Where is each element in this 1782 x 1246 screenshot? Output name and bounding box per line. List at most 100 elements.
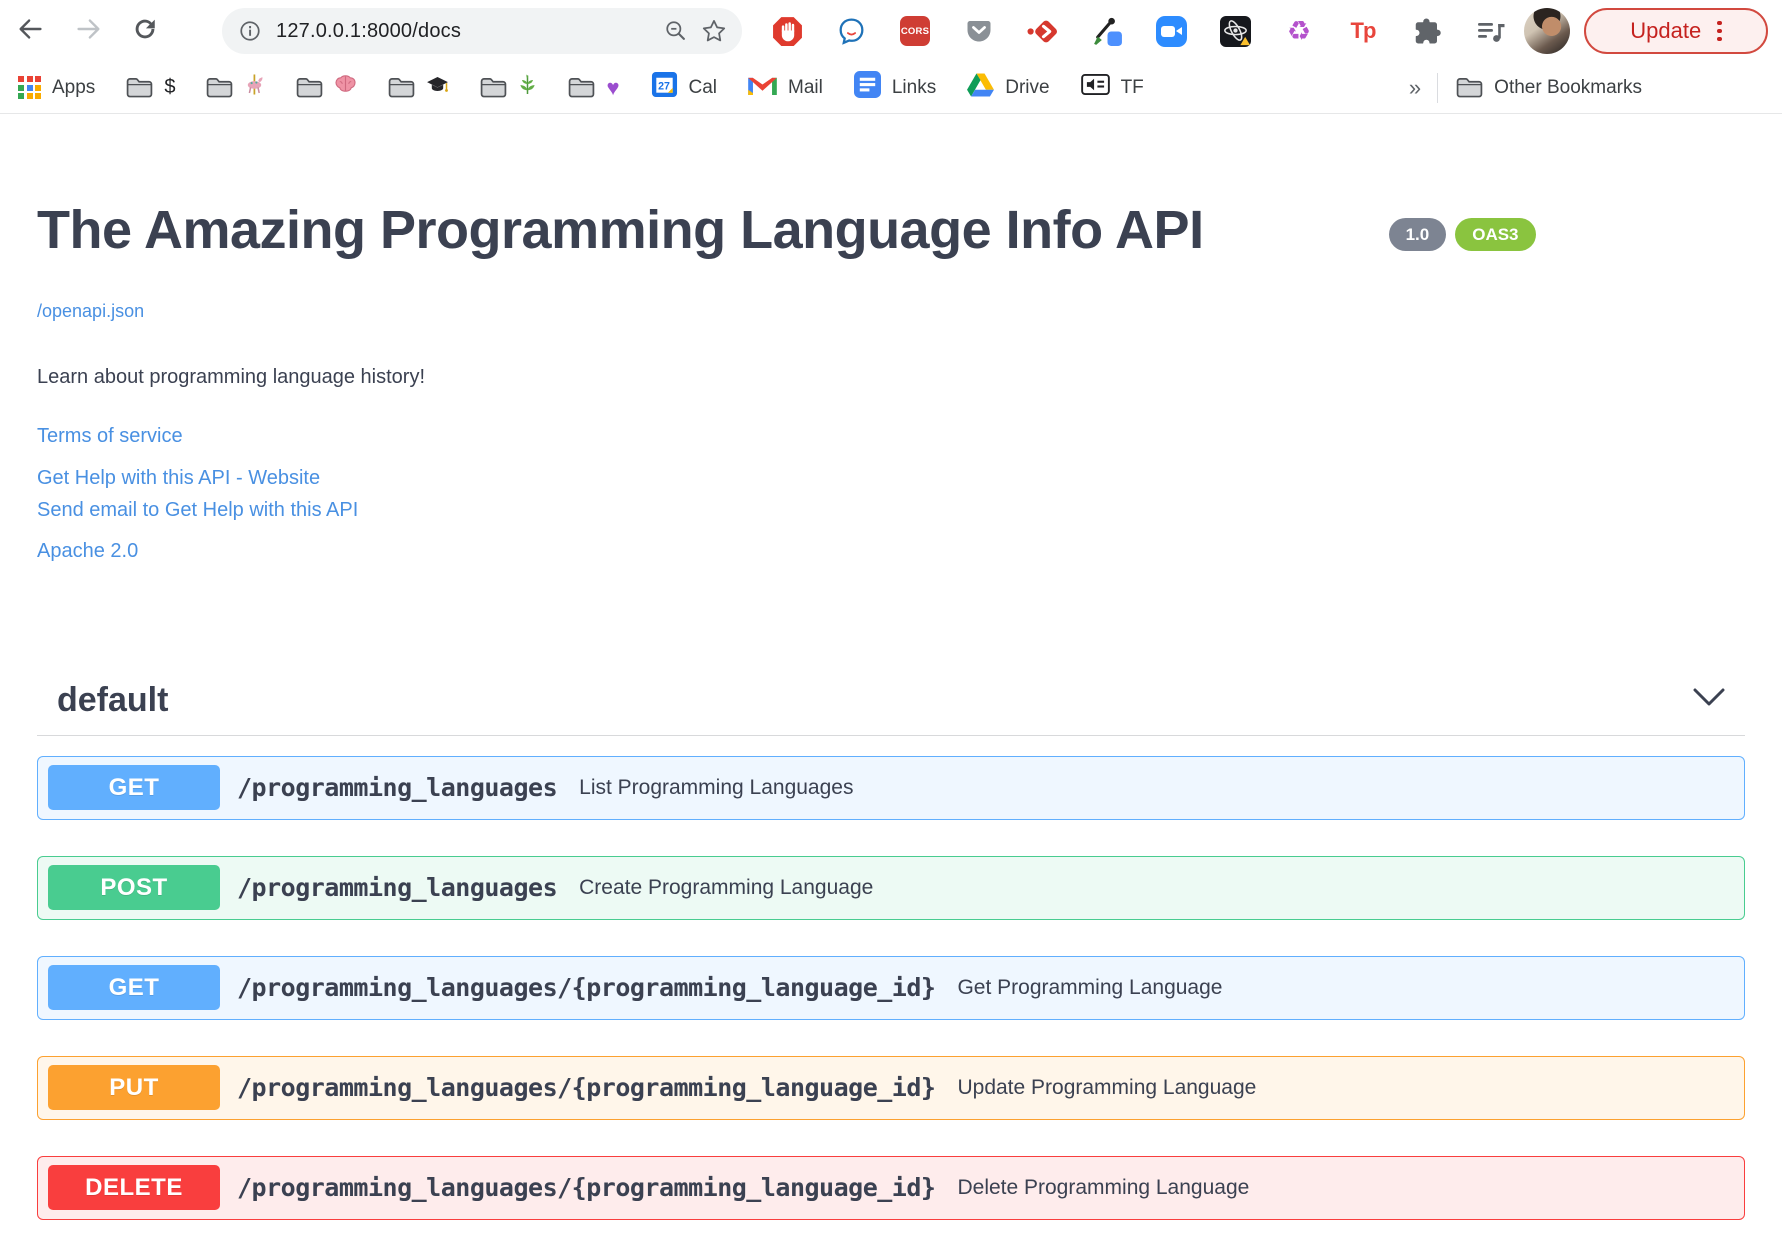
update-label: Update bbox=[1630, 18, 1702, 43]
bookmark-folder-brain[interactable] bbox=[296, 75, 357, 100]
endpoint-path: /programming_languages bbox=[237, 773, 558, 803]
bookmarks-bar: Apps $ ♥ 27 Cal Mail Links Drive TF » Ot… bbox=[0, 62, 1782, 114]
profile-avatar[interactable] bbox=[1524, 8, 1570, 54]
music-playlist-icon[interactable] bbox=[1474, 14, 1508, 48]
oas3-badge: OAS3 bbox=[1455, 218, 1536, 251]
openapi-spec-link[interactable]: /openapi.json bbox=[37, 301, 144, 322]
zoom-video-camera-icon[interactable] bbox=[1154, 14, 1188, 48]
folder-icon bbox=[481, 78, 507, 98]
page-title: The Amazing Programming Language Info AP… bbox=[37, 200, 1204, 260]
purple-heart-icon: ♥ bbox=[606, 74, 620, 100]
folder-icon bbox=[569, 78, 595, 98]
tf-card-icon bbox=[1080, 74, 1110, 101]
contact-website-link[interactable]: Get Help with this API - Website bbox=[37, 462, 1745, 494]
terms-of-service-link[interactable]: Terms of service bbox=[37, 425, 183, 448]
kebab-menu-icon[interactable] bbox=[1717, 20, 1722, 42]
folder-icon bbox=[127, 78, 153, 98]
bookmarks-overflow-chevron[interactable]: » bbox=[1409, 75, 1421, 101]
license-link[interactable]: Apache 2.0 bbox=[37, 540, 138, 563]
method-badge-put[interactable]: PUT bbox=[48, 1065, 220, 1111]
apps-label: Apps bbox=[52, 76, 96, 98]
chat-bubble-icon[interactable] bbox=[834, 14, 868, 48]
bookmark-links[interactable]: Links bbox=[853, 71, 937, 104]
bookmark-calendar[interactable]: 27 Cal bbox=[651, 71, 718, 104]
mail-label: Mail bbox=[788, 76, 823, 98]
folder-icon bbox=[1456, 78, 1483, 98]
bookmark-tf[interactable]: TF bbox=[1080, 74, 1144, 101]
url-text[interactable]: 127.0.0.1:8000/docs bbox=[276, 20, 662, 43]
pocket-icon[interactable] bbox=[962, 14, 996, 48]
endpoint-path: /programming_languages bbox=[237, 873, 558, 903]
endpoint-row-put-update[interactable]: PUT /programming_languages/{programming_… bbox=[37, 1055, 1745, 1120]
cors-label: CORS bbox=[900, 16, 930, 46]
tag-section-header[interactable]: default bbox=[37, 681, 1745, 736]
back-button[interactable] bbox=[14, 14, 48, 48]
bookmark-folder-favorites[interactable]: ♥ bbox=[568, 74, 620, 101]
tag-title: default bbox=[57, 680, 169, 719]
page-info-icon[interactable] bbox=[236, 17, 264, 45]
reload-icon bbox=[130, 14, 160, 49]
react-devtools-atom-icon[interactable] bbox=[1218, 14, 1252, 48]
folder-icon bbox=[389, 78, 415, 98]
api-info-section: The Amazing Programming Language Info AP… bbox=[37, 202, 1745, 563]
endpoint-row-delete[interactable]: DELETE /programming_languages/{programmi… bbox=[37, 1155, 1745, 1220]
svg-text:27: 27 bbox=[658, 80, 670, 92]
method-badge-get[interactable]: GET bbox=[48, 765, 220, 811]
bookmark-folder-money[interactable]: $ bbox=[126, 76, 175, 99]
forward-button[interactable] bbox=[71, 14, 105, 48]
zoom-out-icon[interactable] bbox=[662, 17, 690, 45]
bookmarks-divider bbox=[1437, 72, 1439, 103]
tf-label: TF bbox=[1120, 76, 1144, 98]
update-button[interactable]: Update bbox=[1584, 8, 1768, 54]
folder-icon bbox=[207, 78, 233, 98]
endpoint-summary: Delete Programming Language bbox=[957, 1175, 1250, 1199]
cors-icon[interactable]: CORS bbox=[898, 14, 932, 48]
other-bookmarks-label: Other Bookmarks bbox=[1494, 76, 1642, 98]
drive-icon bbox=[967, 72, 995, 103]
method-badge-post[interactable]: POST bbox=[48, 865, 220, 911]
gmail-icon bbox=[748, 74, 777, 101]
links-list-icon bbox=[853, 71, 881, 104]
endpoint-row-get-list[interactable]: GET /programming_languages List Programm… bbox=[37, 755, 1745, 820]
endpoint-summary: Update Programming Language bbox=[957, 1075, 1257, 1099]
contact-email-link[interactable]: Send email to Get Help with this API bbox=[37, 494, 1745, 526]
endpoint-row-post-create[interactable]: POST /programming_languages Create Progr… bbox=[37, 855, 1745, 920]
graduation-cap-icon bbox=[426, 76, 449, 100]
reload-button[interactable] bbox=[128, 14, 162, 48]
endpoint-summary: List Programming Languages bbox=[579, 775, 854, 799]
endpoint-summary: Create Programming Language bbox=[579, 875, 874, 899]
extensions-strip: CORS ♻ Tp bbox=[770, 14, 1508, 48]
version-badge: 1.0 bbox=[1388, 218, 1447, 251]
stop-hand-adblock-icon[interactable] bbox=[770, 14, 804, 48]
calendar-label: Cal bbox=[688, 76, 718, 98]
chevron-down-icon[interactable] bbox=[1693, 688, 1725, 712]
puzzle-extensions-icon[interactable] bbox=[1410, 14, 1444, 48]
browser-toolbar: 127.0.0.1:8000/docs CORS ♻ Tp Update bbox=[0, 0, 1782, 62]
method-badge-get[interactable]: GET bbox=[48, 965, 220, 1011]
bookmark-mail[interactable]: Mail bbox=[748, 74, 823, 101]
bookmark-folder-school[interactable] bbox=[388, 76, 449, 100]
forward-arrow-icon bbox=[73, 14, 103, 49]
api-badges: 1.0 OAS3 bbox=[1388, 218, 1536, 251]
folder-icon bbox=[297, 78, 323, 98]
method-badge-delete[interactable]: DELETE bbox=[48, 1165, 220, 1211]
bookmark-star-icon[interactable] bbox=[700, 17, 728, 45]
bookmark-drive[interactable]: Drive bbox=[967, 72, 1050, 103]
swagger-page: The Amazing Programming Language Info AP… bbox=[0, 202, 1782, 1220]
bookmark-folder-carousel[interactable] bbox=[206, 74, 265, 101]
links-label: Links bbox=[891, 76, 937, 98]
color-eyedropper-icon[interactable] bbox=[1090, 14, 1124, 48]
bookmark-folder-herb[interactable] bbox=[480, 74, 537, 101]
dollar-glyph: $ bbox=[164, 76, 176, 98]
recycle-icon[interactable]: ♻ bbox=[1282, 14, 1316, 48]
back-arrow-icon bbox=[16, 14, 46, 49]
bookmark-apps[interactable]: Apps bbox=[18, 76, 95, 99]
endpoint-path: /programming_languages/{programming_lang… bbox=[237, 1173, 936, 1203]
endpoint-list: GET /programming_languages List Programm… bbox=[37, 755, 1745, 1220]
other-bookmarks[interactable]: Other Bookmarks bbox=[1456, 77, 1642, 99]
endpoint-row-get-one[interactable]: GET /programming_languages/{programming_… bbox=[37, 955, 1745, 1020]
address-bar[interactable]: 127.0.0.1:8000/docs bbox=[222, 8, 742, 54]
tp-toucan-icon[interactable]: Tp bbox=[1346, 14, 1380, 48]
red-diamond-arrow-icon[interactable] bbox=[1026, 14, 1060, 48]
endpoint-summary: Get Programming Language bbox=[957, 975, 1223, 999]
